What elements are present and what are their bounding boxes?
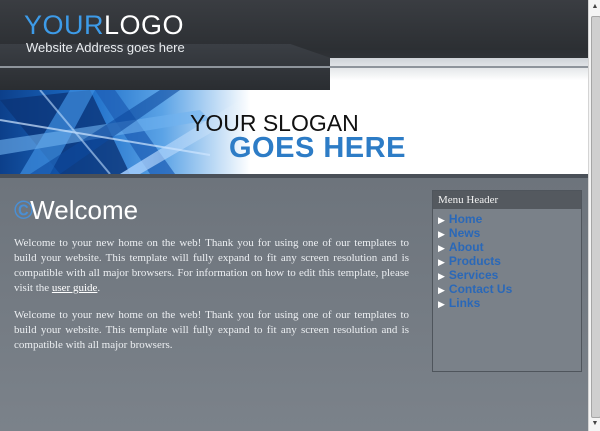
logo-part-your: YOUR bbox=[24, 10, 105, 40]
slogan-line-2: GOES HERE bbox=[229, 132, 406, 164]
triangle-right-icon: ▶ bbox=[438, 229, 445, 239]
sidebar-menu: Menu Header ▶ Home ▶ News ▶ About ▶ Products… bbox=[432, 190, 582, 372]
menu-item-services[interactable]: ▶ Services bbox=[438, 268, 581, 282]
logo-part-logo: LOGO bbox=[104, 10, 185, 40]
arrow-down-icon[interactable]: ▼ bbox=[589, 417, 600, 431]
menu-item-label: Home bbox=[448, 212, 483, 226]
page-title: ©Welcome bbox=[14, 195, 138, 226]
user-guide-link[interactable]: user guide bbox=[52, 282, 98, 294]
header-divider bbox=[0, 66, 588, 68]
intro-end: . bbox=[97, 282, 101, 294]
second-paragraph: Welcome to your new home on the web! Tha… bbox=[14, 309, 409, 351]
slogan-banner: YOUR SLOGAN GOES HERE bbox=[0, 89, 588, 178]
menu-item-home[interactable]: ▶ Home bbox=[438, 212, 581, 226]
triangle-right-icon: ▶ bbox=[438, 271, 445, 281]
menu-header: Menu Header bbox=[433, 191, 581, 209]
title-text: Welcome bbox=[30, 195, 139, 225]
menu-item-label: News bbox=[448, 226, 481, 240]
triangle-right-icon: ▶ bbox=[438, 285, 445, 295]
arrow-up-icon[interactable]: ▲ bbox=[589, 0, 600, 14]
menu-item-label: Contact Us bbox=[448, 282, 513, 296]
menu-item-label: About bbox=[448, 240, 484, 254]
scrollbar-thumb[interactable] bbox=[591, 16, 600, 418]
triangle-right-icon: ▶ bbox=[438, 257, 445, 267]
menu-item-label: Services bbox=[448, 268, 499, 282]
menu-list: ▶ Home ▶ News ▶ About ▶ Products ▶ Services ▶… bbox=[433, 212, 581, 310]
triangle-right-icon: ▶ bbox=[438, 243, 445, 253]
triangle-right-icon: ▶ bbox=[438, 215, 445, 225]
triangle-right-icon: ▶ bbox=[438, 299, 445, 309]
website-address: Website Address goes here bbox=[26, 40, 185, 55]
page: YOURLOGO Website Address goes here YOUR … bbox=[0, 0, 588, 431]
menu-item-links[interactable]: ▶ Links bbox=[438, 296, 581, 310]
menu-item-contact-us[interactable]: ▶ Contact Us bbox=[438, 282, 581, 296]
site-header: YOURLOGO Website Address goes here bbox=[0, 0, 588, 90]
menu-item-news[interactable]: ▶ News bbox=[438, 226, 581, 240]
intro-paragraph: Welcome to your new home on the web! Tha… bbox=[14, 236, 409, 296]
menu-item-label: Products bbox=[448, 254, 501, 268]
menu-item-label: Links bbox=[448, 296, 481, 310]
menu-item-about[interactable]: ▶ About bbox=[438, 240, 581, 254]
site-logo[interactable]: YOURLOGO bbox=[24, 12, 184, 39]
vertical-scrollbar[interactable]: ▲ ▼ bbox=[588, 0, 600, 431]
menu-item-products[interactable]: ▶ Products bbox=[438, 254, 581, 268]
